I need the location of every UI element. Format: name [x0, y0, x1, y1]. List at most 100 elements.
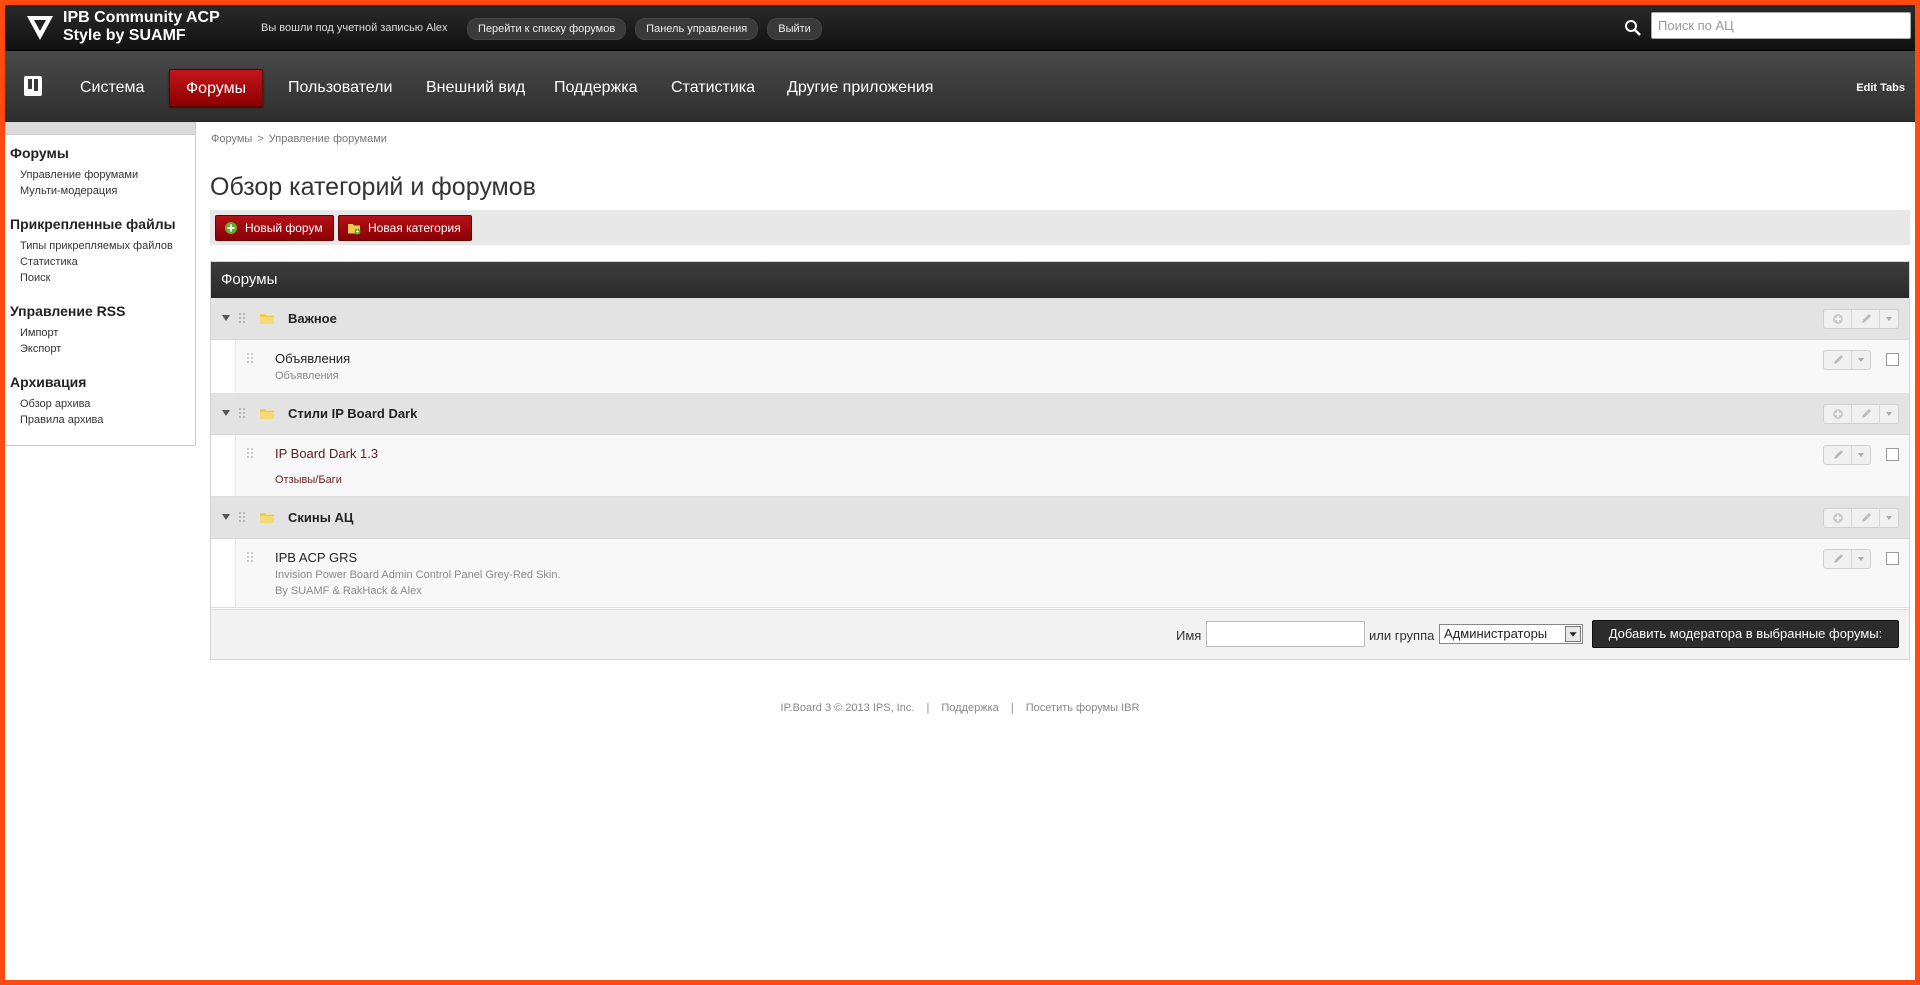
breadcrumb-manage-forums[interactable]: Управление форумами — [269, 133, 387, 145]
drag-handle-icon[interactable] — [238, 511, 246, 525]
collapse-triangle-icon[interactable] — [221, 512, 231, 522]
sidebar-item-attach-stats[interactable]: Статистика — [20, 254, 195, 270]
edit-button[interactable] — [1852, 310, 1880, 328]
sidebar: Форумы Управление форумами Мульти-модера… — [5, 122, 196, 446]
sidebar-item-manage-forums[interactable]: Управление форумами — [20, 167, 195, 183]
edit-tabs-link[interactable]: Edit Tabs — [1856, 82, 1905, 94]
edit-button[interactable] — [1824, 351, 1852, 369]
add-forum-button[interactable] — [1824, 405, 1852, 423]
sidebar-heading: Форумы — [10, 145, 69, 161]
forum-actions — [1823, 549, 1871, 569]
moderator-name-label: Имя — [1176, 628, 1202, 643]
dashboard-link[interactable]: Панель управления — [635, 18, 759, 40]
more-dropdown-button[interactable] — [1852, 351, 1870, 369]
tab-appearance[interactable]: Внешний вид — [426, 69, 525, 107]
logo-line1: IPB Community ACP — [63, 9, 220, 26]
top-bar: IPB Community ACP Style by SUAMF Вы вошл… — [5, 5, 1915, 51]
drag-handle-icon[interactable] — [246, 447, 254, 461]
more-dropdown-button[interactable] — [1852, 550, 1870, 568]
select-arrow-icon — [1565, 626, 1581, 642]
category-name[interactable]: Скины АЦ — [288, 510, 353, 525]
chevron-down-icon — [1858, 557, 1864, 561]
forum-select-checkbox[interactable] — [1886, 353, 1899, 366]
sidebar-item-attach-types[interactable]: Типы прикрепляемых файлов — [20, 238, 195, 254]
tab-other-apps[interactable]: Другие приложения — [787, 69, 933, 107]
forum-description-line: By SUAMF & RakHack & Alex — [275, 585, 422, 597]
footer-visit-link[interactable]: Посетить форумы IBR — [1026, 702, 1140, 714]
forum-description: Invision Power Board Admin Control Panel… — [275, 567, 561, 599]
collapse-triangle-icon[interactable] — [221, 408, 231, 418]
forum-name[interactable]: IP Board Dark 1.3 — [275, 446, 378, 461]
logout-link[interactable]: Выйти — [767, 18, 822, 40]
sidebar-item-rss-import[interactable]: Импорт — [20, 325, 195, 341]
moderator-name-input[interactable] — [1206, 621, 1365, 647]
footer-support-link[interactable]: Поддержка — [941, 702, 998, 714]
tab-statistics[interactable]: Статистика — [671, 69, 755, 107]
drag-handle-icon[interactable] — [246, 551, 254, 565]
sidebar-group-attachments: Прикрепленные файлы Типы прикрепляемых ф… — [5, 216, 195, 286]
forum-select-checkbox[interactable] — [1886, 552, 1899, 565]
sidebar-item-archive-rules[interactable]: Правила архива — [20, 412, 195, 428]
row-indent — [211, 340, 236, 394]
logo-line2: Style by SUAMF — [63, 27, 186, 44]
sidebar-collapse-strip[interactable] — [5, 122, 195, 135]
sidebar-item-attach-search[interactable]: Поиск — [20, 270, 195, 286]
footer-separator: | — [926, 702, 930, 714]
add-forum-button[interactable] — [1824, 310, 1852, 328]
add-forum-button[interactable] — [1824, 509, 1852, 527]
category-actions — [1823, 309, 1899, 329]
forum-list-link[interactable]: Перейти к списку форумов — [467, 18, 627, 40]
sidebar-heading: Управление RSS — [10, 303, 126, 319]
drag-handle-icon[interactable] — [246, 352, 254, 366]
search-input[interactable] — [1651, 12, 1911, 39]
tab-system[interactable]: Система — [80, 69, 144, 107]
main-nav: Система Форумы Пользователи Внешний вид … — [5, 51, 1915, 122]
panel-title: Форумы — [211, 262, 1909, 298]
category-name[interactable]: Важное — [288, 311, 337, 326]
breadcrumb-forums[interactable]: Форумы — [211, 133, 252, 145]
tab-forums[interactable]: Форумы — [169, 69, 264, 107]
logged-in-text: Вы вошли под учетной записью Alex — [261, 22, 448, 34]
moderator-group-select[interactable]: Администраторы — [1439, 624, 1583, 644]
sidebar-item-rss-export[interactable]: Экспорт — [20, 341, 195, 357]
category-name[interactable]: Стили IP Board Dark — [288, 406, 417, 421]
logo[interactable]: IPB Community ACP Style by SUAMF — [25, 9, 220, 45]
home-icon[interactable] — [23, 75, 43, 97]
breadcrumb: Форумы > Управление форумами — [211, 133, 387, 145]
forums-panel: Форумы Важное Объявления Объявления Стил… — [210, 261, 1910, 660]
forum-name[interactable]: Объявления — [275, 351, 350, 366]
more-dropdown-button[interactable] — [1880, 310, 1898, 328]
tab-support[interactable]: Поддержка — [554, 69, 637, 107]
moderator-group-label: или группа — [1369, 628, 1435, 643]
edit-button[interactable] — [1852, 405, 1880, 423]
edit-button[interactable] — [1852, 509, 1880, 527]
drag-handle-icon[interactable] — [238, 407, 246, 421]
more-dropdown-button[interactable] — [1852, 446, 1870, 464]
new-category-button[interactable]: Новая категория — [338, 215, 472, 241]
forum-description-line: Invision Power Board Admin Control Panel… — [275, 569, 561, 581]
sidebar-item-archive-overview[interactable]: Обзор архива — [20, 396, 195, 412]
edit-button[interactable] — [1824, 446, 1852, 464]
chevron-down-icon — [1886, 317, 1892, 321]
collapse-triangle-icon[interactable] — [221, 313, 231, 323]
drag-handle-icon[interactable] — [238, 312, 246, 326]
pencil-icon — [1833, 355, 1843, 364]
edit-button[interactable] — [1824, 550, 1852, 568]
search-icon[interactable] — [1624, 19, 1642, 37]
category-row: Скины АЦ — [211, 497, 1909, 539]
category-actions — [1823, 508, 1899, 528]
forum-name[interactable]: IPB ACP GRS — [275, 550, 357, 565]
footer-separator: | — [1010, 702, 1014, 714]
add-circle-icon — [1832, 409, 1843, 419]
add-moderator-button[interactable]: Добавить модератора в выбранные форумы: — [1592, 620, 1899, 648]
sidebar-item-multimod[interactable]: Мульти-модерация — [20, 183, 195, 199]
page-title: Обзор категорий и форумов — [210, 173, 536, 201]
more-dropdown-button[interactable] — [1880, 405, 1898, 423]
more-dropdown-button[interactable] — [1880, 509, 1898, 527]
new-forum-button[interactable]: Новый форум — [215, 215, 334, 241]
tab-users[interactable]: Пользователи — [288, 69, 392, 107]
chevron-down-icon — [1886, 516, 1892, 520]
folder-icon — [260, 409, 274, 419]
chevron-down-icon — [1858, 453, 1864, 457]
forum-select-checkbox[interactable] — [1886, 448, 1899, 461]
